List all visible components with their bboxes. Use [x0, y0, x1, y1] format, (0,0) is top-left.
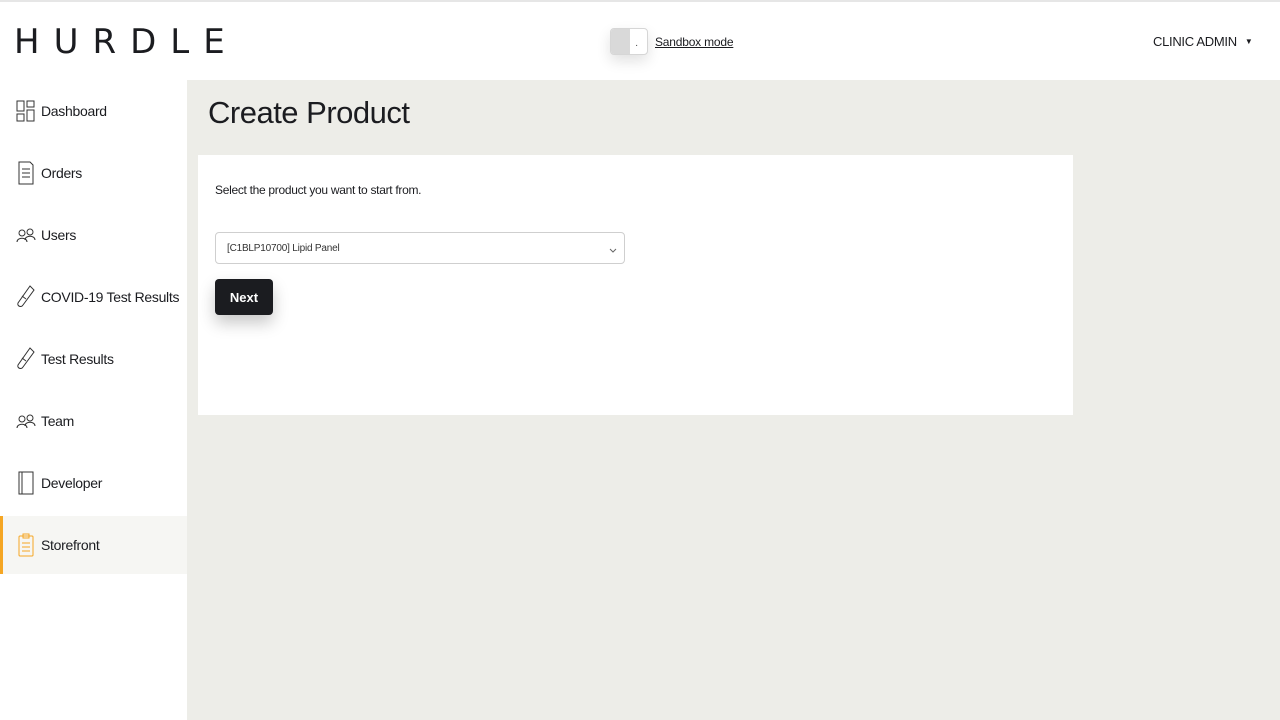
clipboard-icon	[16, 533, 36, 557]
users-icon	[16, 223, 36, 247]
toggle-mark: .	[635, 38, 638, 49]
team-icon	[16, 409, 36, 433]
toggle-knob	[611, 29, 630, 54]
sidebar-item-label: Users	[41, 227, 77, 243]
create-product-card: Select the product you want to start fro…	[198, 155, 1073, 415]
test-tube-icon	[16, 347, 36, 371]
sidebar-item-label: Test Results	[41, 351, 114, 367]
sidebar-item-test-results[interactable]: Test Results	[0, 330, 187, 388]
sidebar-item-label: Developer	[41, 475, 103, 491]
orders-icon	[16, 161, 36, 185]
chevron-down-icon	[608, 242, 618, 253]
hurdle-logo[interactable]: HURDLE	[14, 22, 239, 62]
user-menu-label: CLINIC ADMIN	[1153, 34, 1237, 49]
sidebar-item-label: Orders	[41, 165, 82, 181]
sidebar: Dashboard Orders Users COVID-19 Test Res…	[0, 80, 187, 720]
page-title: Create Product	[208, 95, 410, 130]
selected-product: [C1BLP10700] Lipid Panel	[227, 242, 340, 254]
caret-down-icon: ▼	[1244, 37, 1253, 46]
sidebar-item-storefront[interactable]: Storefront	[0, 516, 187, 574]
sidebar-item-label: Team	[41, 413, 75, 429]
top-header: HURDLE . Sandbox mode CLINIC ADMIN ▼	[0, 0, 1280, 80]
sidebar-item-label: COVID-19 Test Results	[41, 289, 180, 305]
sidebar-item-developer[interactable]: Developer	[0, 454, 187, 512]
sandbox-mode-control: . Sandbox mode	[610, 28, 734, 55]
sidebar-item-users[interactable]: Users	[0, 206, 187, 264]
developer-icon	[16, 471, 36, 495]
sidebar-item-dashboard[interactable]: Dashboard	[0, 82, 187, 140]
product-select[interactable]: [C1BLP10700] Lipid Panel	[215, 232, 625, 264]
dashboard-icon	[16, 99, 36, 123]
sidebar-item-orders[interactable]: Orders	[0, 144, 187, 202]
user-menu[interactable]: CLINIC ADMIN ▼	[1153, 34, 1253, 49]
sandbox-toggle[interactable]: .	[610, 28, 648, 55]
test-tube-icon	[16, 285, 36, 309]
sidebar-item-team[interactable]: Team	[0, 392, 187, 450]
sidebar-item-label: Dashboard	[41, 103, 107, 119]
instruction-text: Select the product you want to start fro…	[215, 183, 422, 197]
sidebar-item-label: Storefront	[41, 537, 100, 553]
sandbox-mode-link[interactable]: Sandbox mode	[655, 35, 734, 49]
sidebar-item-covid-test-results[interactable]: COVID-19 Test Results	[0, 268, 187, 326]
next-button[interactable]: Next	[215, 279, 273, 315]
